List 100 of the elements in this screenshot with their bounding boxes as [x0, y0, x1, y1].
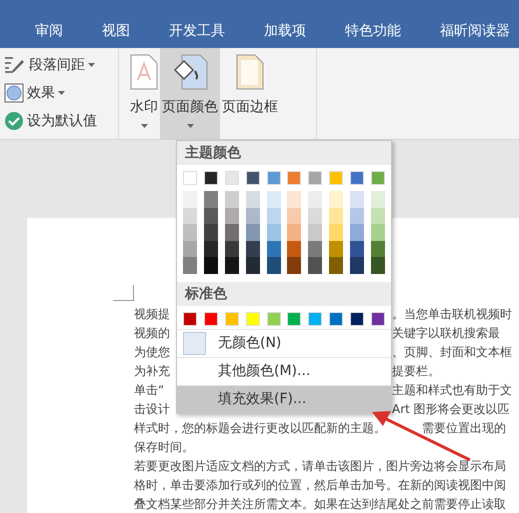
color-swatch[interactable]	[246, 257, 260, 274]
color-swatch[interactable]	[266, 312, 280, 326]
color-swatch[interactable]	[204, 312, 218, 326]
caret-icon	[88, 63, 95, 67]
ribbon-tab[interactable]: 特色功能	[345, 20, 401, 42]
color-swatch[interactable]	[183, 312, 197, 326]
color-swatch[interactable]	[224, 208, 239, 224]
color-swatch[interactable]	[329, 208, 344, 224]
color-swatch[interactable]	[224, 240, 239, 257]
color-swatch[interactable]	[204, 191, 218, 208]
color-swatch[interactable]	[350, 312, 364, 326]
color-swatch[interactable]	[308, 208, 322, 224]
ribbon-button[interactable]: 设为默认值	[4, 110, 118, 132]
empty-swatch-icon	[183, 332, 206, 354]
color-swatch[interactable]	[287, 312, 302, 326]
color-swatch[interactable]	[224, 224, 239, 240]
color-swatch[interactable]	[370, 208, 385, 224]
color-swatch[interactable]	[308, 257, 322, 274]
color-swatch[interactable]	[287, 257, 302, 274]
color-swatch[interactable]	[204, 171, 218, 185]
color-swatch[interactable]	[246, 208, 260, 224]
color-swatch[interactable]	[204, 208, 218, 224]
color-swatch[interactable]	[183, 191, 197, 208]
paint-bucket-page-icon	[172, 54, 208, 90]
color-swatch[interactable]	[224, 191, 239, 208]
color-swatch[interactable]	[370, 171, 385, 185]
color-swatch[interactable]	[246, 191, 260, 208]
ribbon-button[interactable]: 水印	[128, 48, 160, 140]
color-swatch[interactable]	[308, 240, 322, 257]
color-swatch[interactable]	[246, 240, 260, 257]
color-swatch[interactable]	[370, 191, 385, 208]
color-swatch[interactable]	[329, 240, 344, 257]
menu-item[interactable]: 填充效果(F)...	[177, 384, 391, 412]
body-text-line: 叠文档某些部分并关注所需文本。如果在达到结尾处之前需要停止读取	[134, 496, 506, 513]
color-swatch[interactable]	[287, 191, 302, 208]
color-swatch[interactable]	[246, 312, 260, 326]
color-swatch[interactable]	[287, 171, 302, 185]
menu-item[interactable]: 无颜色(N)	[177, 328, 391, 356]
color-swatch[interactable]	[266, 208, 280, 224]
watermark-page-icon	[130, 54, 158, 90]
ribbon-button[interactable]: 页面边框	[220, 48, 280, 140]
body-text-fragment: 提要栏。	[392, 363, 440, 380]
color-swatch[interactable]	[204, 240, 218, 257]
color-swatch[interactable]	[350, 224, 364, 240]
color-swatch[interactable]	[308, 312, 322, 326]
ribbon-button[interactable]: 段落间距	[4, 54, 118, 76]
color-swatch[interactable]	[308, 191, 322, 208]
body-text-fragment: 样式时，您的标题会进行更改以匹配新的主题。	[134, 420, 386, 437]
color-swatch[interactable]	[224, 312, 239, 326]
color-swatch[interactable]	[287, 240, 302, 257]
color-swatch[interactable]	[204, 224, 218, 240]
ribbon-button[interactable]: 页面颜色	[160, 48, 220, 140]
color-swatch[interactable]	[183, 171, 197, 185]
color-swatch[interactable]	[246, 171, 260, 185]
color-swatch[interactable]	[308, 171, 322, 185]
color-swatch[interactable]	[287, 208, 302, 224]
color-swatch[interactable]	[370, 224, 385, 240]
color-swatch[interactable]	[370, 257, 385, 274]
body-text-fragment: 需要位置出现的	[422, 420, 506, 437]
color-swatch[interactable]	[287, 224, 302, 240]
color-swatch[interactable]	[266, 171, 280, 185]
color-swatch[interactable]	[266, 191, 280, 208]
menu-section-header: 标准色	[177, 282, 391, 306]
color-swatch[interactable]	[224, 171, 239, 185]
color-swatch[interactable]	[350, 208, 364, 224]
color-swatch[interactable]	[204, 257, 218, 274]
ribbon-tab[interactable]: 审阅	[35, 20, 63, 42]
color-swatch[interactable]	[183, 257, 197, 274]
color-swatch[interactable]	[224, 257, 239, 274]
caret-icon	[58, 91, 65, 95]
color-swatch[interactable]	[266, 257, 280, 274]
color-swatch[interactable]	[183, 240, 197, 257]
color-swatch[interactable]	[350, 171, 364, 185]
color-swatch[interactable]	[183, 224, 197, 240]
color-swatch[interactable]	[370, 312, 385, 326]
ribbon-tab[interactable]: 加载项	[264, 20, 306, 42]
color-swatch[interactable]	[350, 191, 364, 208]
color-swatch[interactable]	[308, 224, 322, 240]
color-swatch[interactable]	[329, 224, 344, 240]
color-swatch[interactable]	[266, 224, 280, 240]
color-swatch[interactable]	[266, 240, 280, 257]
body-text-fragment: 视频提	[134, 307, 170, 321]
menu-section-header: 主题颜色	[177, 141, 391, 165]
color-swatch[interactable]	[183, 208, 197, 224]
color-swatch[interactable]	[329, 257, 344, 274]
color-swatch[interactable]	[370, 240, 385, 257]
color-swatch[interactable]	[350, 257, 364, 274]
color-swatch[interactable]	[329, 171, 344, 185]
ribbon-button[interactable]: 效果	[4, 82, 118, 104]
color-swatch[interactable]	[246, 224, 260, 240]
ribbon-tab[interactable]: 视图	[102, 20, 130, 42]
body-text-fragment: 、页脚、封面和文本框	[392, 344, 512, 361]
color-swatch[interactable]	[350, 240, 364, 257]
ribbon-tab[interactable]: 福昕阅读器	[440, 20, 510, 42]
body-text-line: 格时，单击要添加行或列的位置，然后单击加号。在新的阅读视图中阅	[134, 477, 506, 494]
ribbon-tab[interactable]: 开发工具	[169, 20, 225, 42]
color-swatch[interactable]	[329, 312, 344, 326]
caret-icon	[140, 124, 148, 128]
body-text-fragment: Art 图形将会更改以匹	[392, 401, 510, 418]
color-swatch[interactable]	[329, 191, 344, 208]
